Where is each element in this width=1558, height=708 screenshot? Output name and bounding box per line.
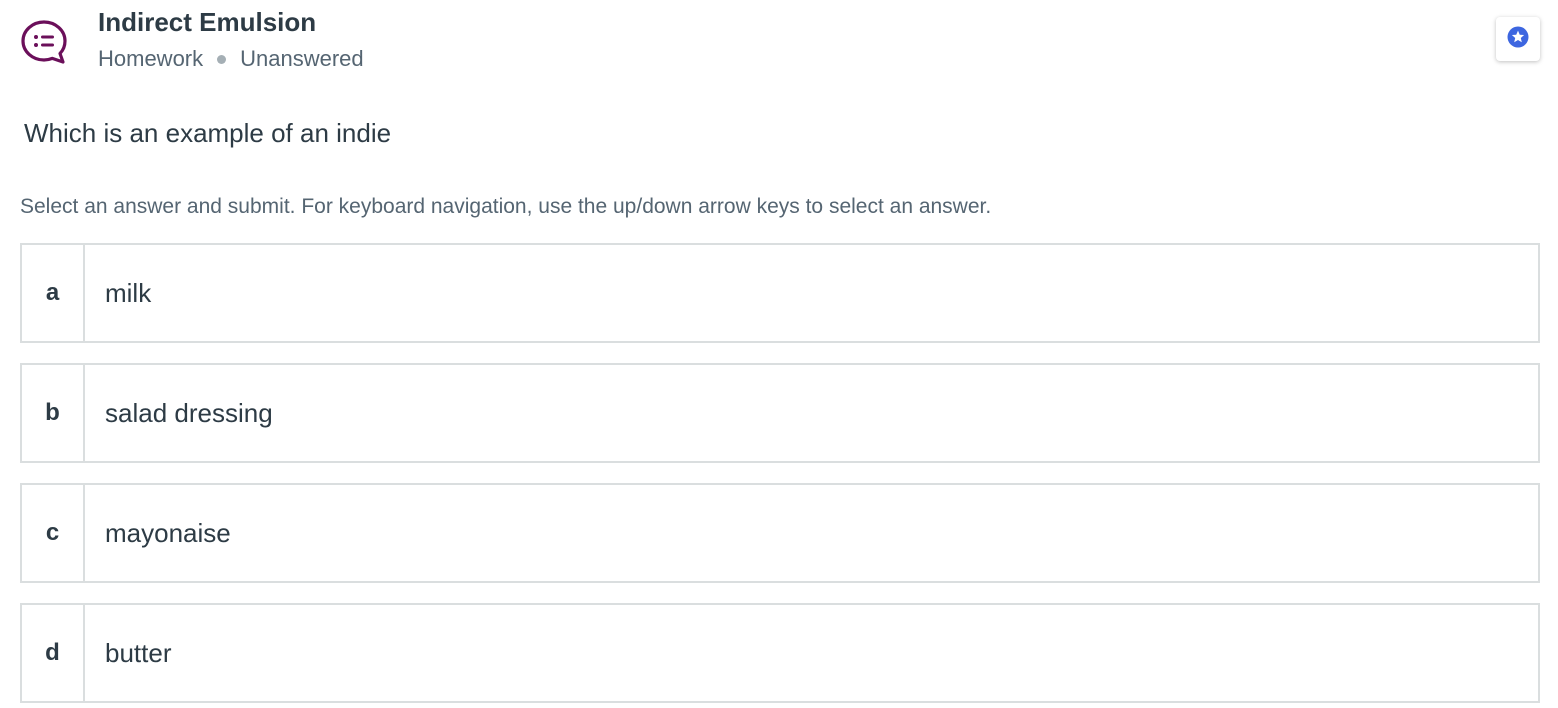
answer-text: mayonaise [105,517,231,548]
question-status: Unanswered [240,46,364,71]
answer-option-c[interactable]: c mayonaise [20,483,1540,583]
answer-letter: c [22,485,85,581]
question-text: Which is an example of an indie [24,118,392,148]
answer-option-b[interactable]: b salad dressing [20,363,1540,463]
answer-letter: a [22,245,85,341]
question-category: Homework [98,46,204,71]
answer-list: a milk b salad dressing c mayonaise d bu… [20,243,1540,708]
favorite-button[interactable] [1496,17,1540,61]
answer-text: salad dressing [105,397,273,428]
separator-dot [217,54,227,64]
answer-text: milk [105,277,152,308]
answer-instructions: Select an answer and submit. For keyboar… [20,195,992,218]
chat-list-icon [20,18,68,66]
star-icon [1507,26,1529,53]
answer-letter: d [22,605,85,701]
answer-option-d[interactable]: d butter [20,603,1540,703]
question-meta: Homework Unanswered [98,46,364,72]
question-header: Indirect Emulsion Homework Unanswered [0,0,1558,90]
answer-letter: b [22,365,85,461]
answer-option-a[interactable]: a milk [20,243,1540,343]
answer-text: butter [105,637,172,668]
question-title: Indirect Emulsion [98,7,317,37]
question-page: Indirect Emulsion Homework Unanswered Wh… [0,0,1558,708]
